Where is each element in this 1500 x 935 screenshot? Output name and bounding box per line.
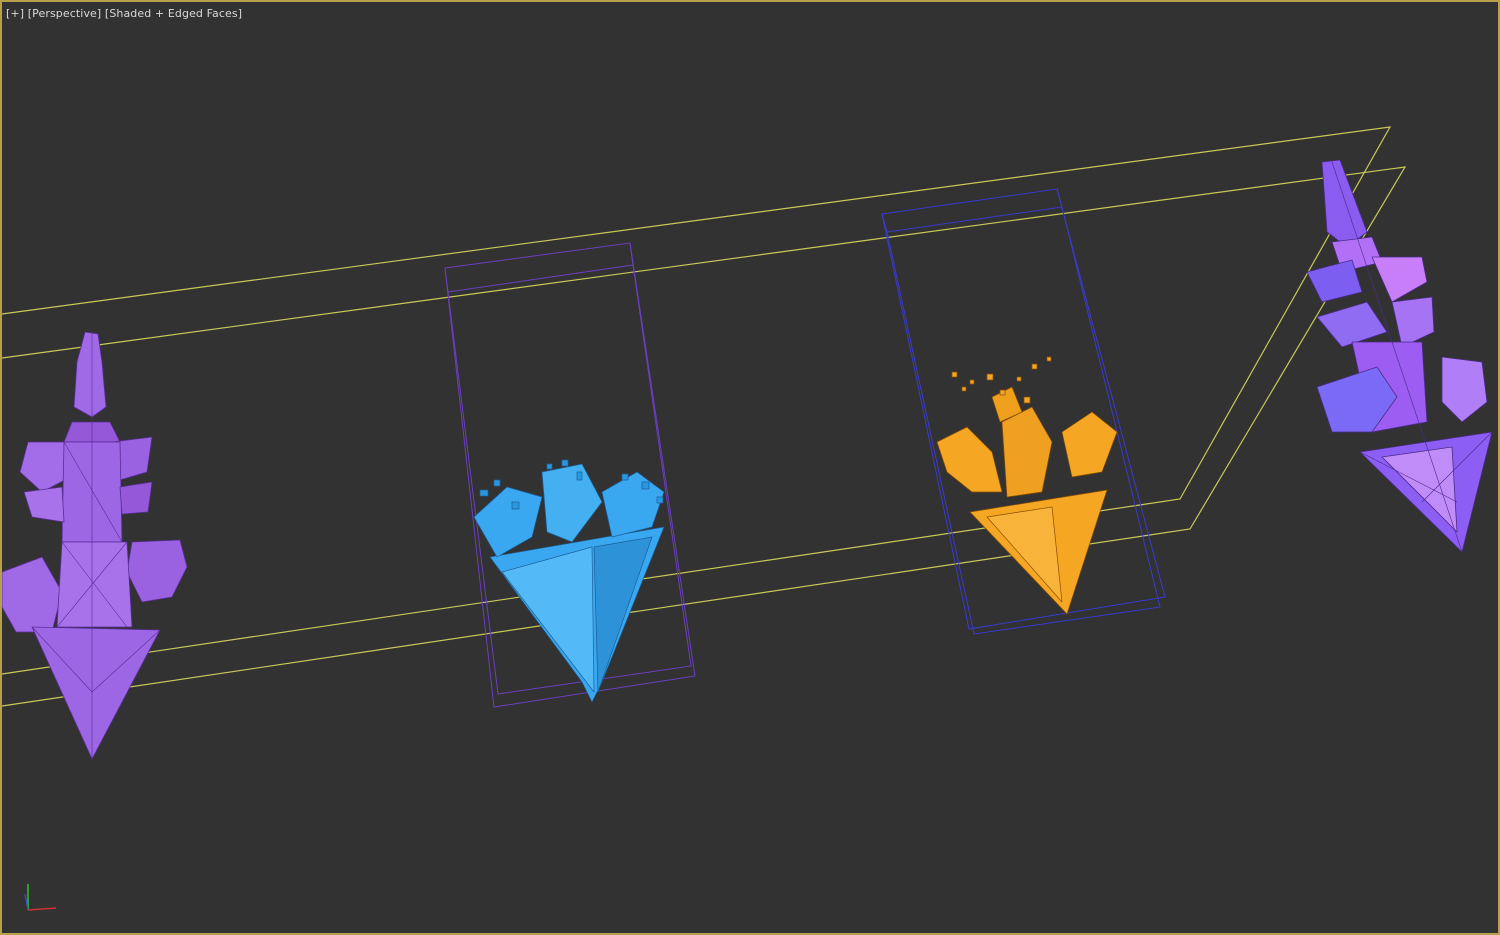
viewport-shading-menu[interactable]: [Shaded + Edged Faces] — [105, 7, 242, 20]
viewport-plus-menu[interactable]: [+] — [6, 7, 24, 20]
blue-crystal-spear-shattering[interactable] — [473, 459, 665, 703]
viewport-view-menu[interactable]: [Perspective] — [28, 7, 102, 20]
viewport-label-bar: [+] [Perspective] [Shaded + Edged Faces] — [6, 7, 242, 20]
perspective-viewport[interactable]: [+] [Perspective] [Shaded + Edged Faces] — [0, 0, 1500, 935]
axis-gizmo — [24, 884, 57, 911]
orange-crystal-spear-shattering[interactable] — [936, 356, 1118, 615]
purple-crystal-spear[interactable] — [2, 331, 188, 760]
violet-crystal-spear[interactable] — [1306, 159, 1493, 553]
guide-plane-outline — [2, 126, 1407, 707]
scene-canvas[interactable] — [2, 2, 1500, 935]
x-axis — [27, 907, 57, 911]
